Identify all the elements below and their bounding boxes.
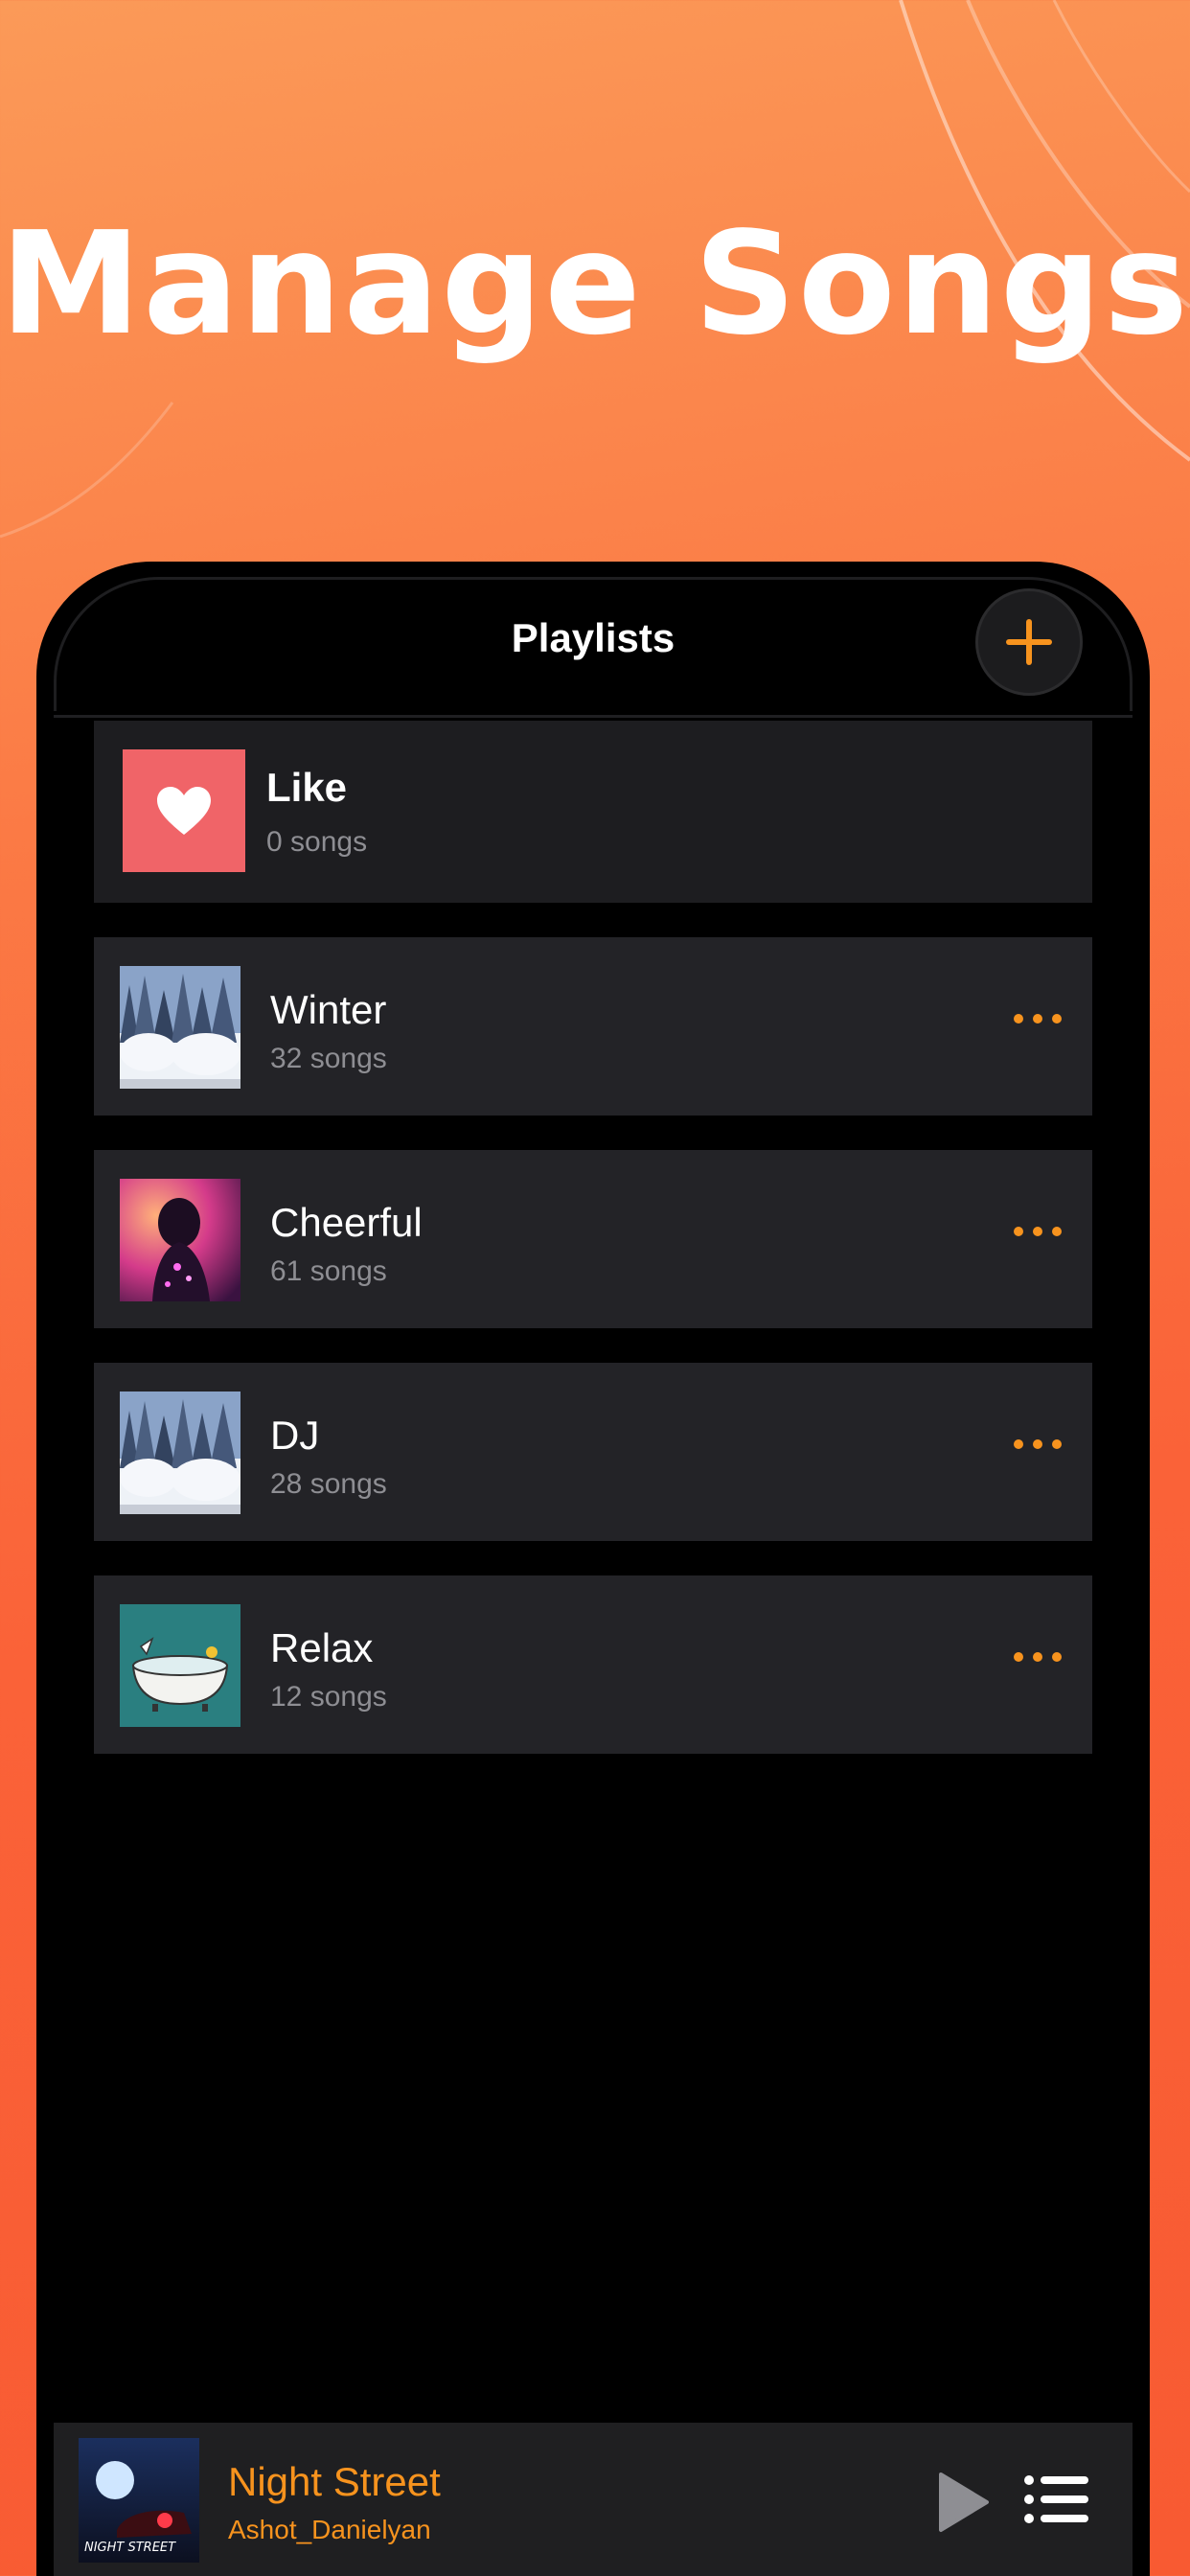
like-thumbnail (123, 749, 245, 872)
playlist-title: Like (266, 765, 348, 810)
song-count: 28 songs (270, 1468, 387, 1500)
ellipsis-icon[interactable] (1014, 1439, 1062, 1449)
playlist-title: Cheerful (270, 1200, 423, 1245)
playlist-row[interactable]: Cheerful 61 songs (94, 1150, 1092, 1328)
play-icon (939, 2472, 989, 2532)
ellipsis-icon[interactable] (1014, 1652, 1062, 1662)
now-playing-title: Night Street (228, 2459, 441, 2504)
playlist-artwork (120, 1179, 240, 1301)
mini-player[interactable]: NIGHT STREET Night Street Ashot_Danielya… (54, 2423, 1133, 2576)
ellipsis-icon[interactable] (1014, 1014, 1062, 1024)
playlist-row[interactable]: Winter 32 songs (94, 937, 1092, 1116)
divider (54, 715, 1133, 718)
add-playlist-button[interactable] (975, 588, 1083, 696)
plus-icon (1006, 619, 1052, 665)
now-playing-artist: Ashot_Danielyan (228, 2515, 431, 2544)
heart-icon (157, 787, 211, 835)
play-button[interactable] (935, 2469, 993, 2536)
playlist-title: Relax (270, 1625, 374, 1670)
song-count: 12 songs (270, 1681, 387, 1713)
song-count: 32 songs (270, 1043, 387, 1074)
playlist-artwork (120, 1392, 240, 1514)
song-count: 0 songs (266, 826, 368, 858)
artwork-caption: NIGHT STREET (84, 2541, 176, 2555)
playlist-title: Winter (270, 987, 387, 1032)
playlist-list: Like 0 songs Winter 32 songs Cheerful 61… (94, 721, 1092, 1788)
ellipsis-icon[interactable] (1014, 1227, 1062, 1236)
playlist-row[interactable]: DJ 28 songs (94, 1363, 1092, 1541)
playlist-title: DJ (270, 1413, 320, 1458)
playlist-artwork (120, 966, 240, 1089)
playlist-row[interactable]: Relax 12 songs (94, 1576, 1092, 1754)
list-icon (1024, 2475, 1088, 2523)
now-playing-artwork: NIGHT STREET (79, 2438, 199, 2563)
like-playlist-row[interactable]: Like 0 songs (94, 721, 1092, 903)
phone-frame: Playlists Like 0 songs Winter 32 songs C… (36, 562, 1150, 2576)
song-count: 61 songs (270, 1255, 387, 1287)
queue-button[interactable] (1023, 2471, 1090, 2528)
playlist-artwork (120, 1604, 240, 1727)
headline: Manage Songs (0, 201, 1190, 366)
